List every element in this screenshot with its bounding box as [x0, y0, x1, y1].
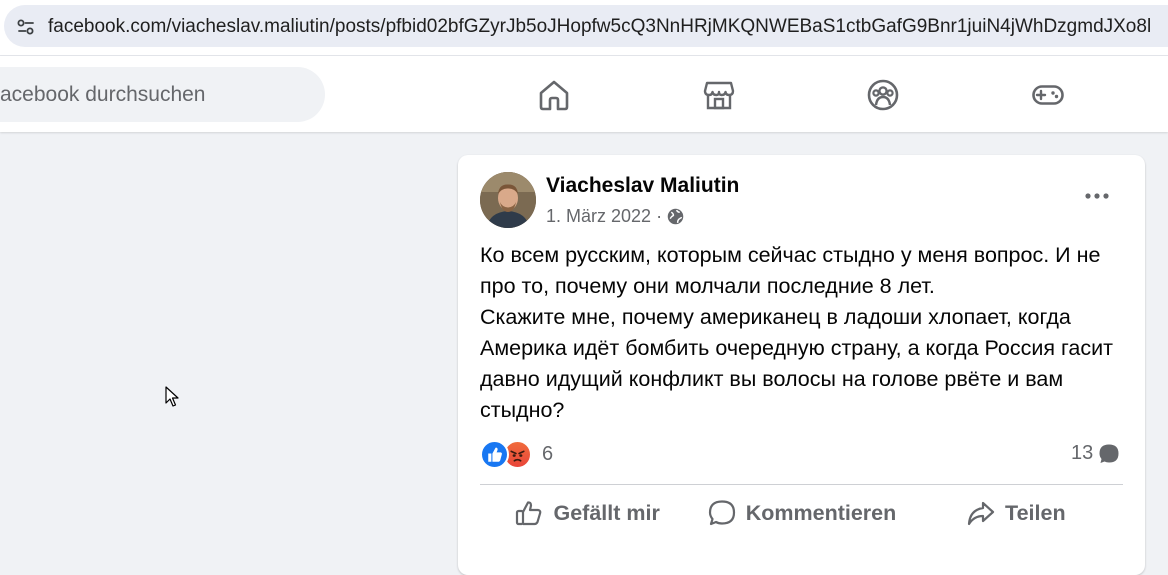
post-author[interactable]: Viacheslav Maliutin: [546, 174, 739, 198]
like-reaction-icon: [480, 439, 509, 469]
share-label: Teilen: [1005, 500, 1066, 525]
post-paragraph: Ко всем русским, которым сейчас стыдно у…: [480, 243, 1101, 298]
comment-count[interactable]: 13: [1071, 442, 1120, 465]
comment-icon: [708, 500, 735, 526]
post-actions: Gefällt mir Kommentieren Teilen: [480, 491, 1123, 535]
marketplace-icon[interactable]: [702, 78, 736, 112]
actions-divider: [480, 484, 1123, 485]
gaming-icon[interactable]: [1031, 78, 1065, 112]
reaction-count[interactable]: 6: [542, 443, 553, 466]
avatar[interactable]: [480, 172, 536, 228]
meta-separator: ·: [656, 206, 663, 226]
post-meta: 1. März 2022 ·: [546, 206, 684, 227]
url-text[interactable]: facebook.com/viacheslav.maliutin/posts/p…: [48, 16, 1151, 38]
search-box[interactable]: [0, 67, 325, 122]
post-date[interactable]: 1. März 2022: [546, 206, 651, 227]
more-dots-icon: [1085, 193, 1109, 199]
like-button[interactable]: Gefällt mir: [480, 491, 694, 535]
url-field[interactable]: facebook.com/viacheslav.maliutin/posts/p…: [4, 5, 1168, 47]
browser-address-bar: facebook.com/viacheslav.maliutin/posts/p…: [0, 0, 1168, 56]
share-icon: [967, 501, 995, 526]
post-paragraph: Скажите мне, почему американец в ладоши …: [480, 305, 1113, 422]
reaction-summary[interactable]: 6: [480, 439, 553, 469]
comment-label: Kommentieren: [745, 500, 897, 525]
like-label: Gefällt mir: [553, 500, 660, 525]
search-input[interactable]: [0, 67, 310, 122]
comment-count-value: 13: [1071, 442, 1094, 464]
home-icon[interactable]: [537, 78, 571, 112]
post-card: Viacheslav Maliutin 1. März 2022 · Ко вс…: [458, 155, 1145, 575]
comment-button[interactable]: Kommentieren: [694, 491, 908, 535]
mouse-cursor-icon: [165, 386, 179, 407]
globe-icon: [667, 208, 684, 225]
site-settings-icon[interactable]: [16, 17, 36, 37]
comment-bubble-icon: [1099, 444, 1119, 463]
more-options-button[interactable]: [1080, 183, 1114, 209]
thumbs-up-icon: [516, 501, 542, 526]
facebook-header: [0, 56, 1168, 132]
post-text: Ко всем русским, которым сейчас стыдно у…: [480, 240, 1130, 426]
share-button[interactable]: Teilen: [909, 491, 1123, 535]
groups-icon[interactable]: [866, 78, 900, 112]
